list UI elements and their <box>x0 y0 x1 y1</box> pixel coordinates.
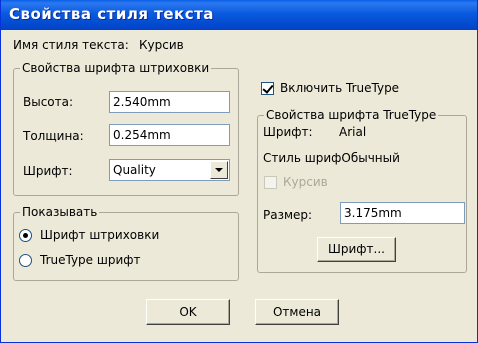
thickness-input[interactable]: 0.254mm <box>109 124 230 146</box>
style-name-value: Курсив <box>139 38 184 52</box>
hatch-font-combobox[interactable]: Quality <box>109 159 230 181</box>
truetype-font-value: Arial <box>339 125 367 139</box>
size-label: Размер: <box>263 208 313 222</box>
cancel-button-label: Отмена <box>272 305 322 319</box>
italic-label: Курсив <box>283 175 328 189</box>
dialog-title: Свойства стиля текста <box>9 5 214 23</box>
hatch-font-group-label: Свойства шрифта штриховки <box>20 61 212 75</box>
show-group: Показывать <box>13 205 239 281</box>
height-label: Высота: <box>23 95 74 109</box>
enable-truetype-checkbox[interactable] <box>261 82 274 95</box>
font-button[interactable]: Шрифт... <box>317 237 396 262</box>
show-group-label: Показывать <box>20 205 100 219</box>
thickness-label: Толщина: <box>23 129 84 143</box>
hatch-font-combobox-value: Quality <box>113 163 156 177</box>
ok-button[interactable]: OK <box>146 299 230 325</box>
enable-truetype-label[interactable]: Включить TrueType <box>280 81 399 95</box>
cancel-button[interactable]: Отмена <box>255 299 339 325</box>
title-bar[interactable]: Свойства стиля текста <box>1 0 477 30</box>
size-input[interactable]: 3.175mm <box>340 202 465 224</box>
hatch-font-label: Шрифт: <box>23 164 73 178</box>
truetype-style-label: Стиль шрифОбычный <box>263 151 400 165</box>
radio-hatch-font-label[interactable]: Шрифт штриховки <box>40 228 159 242</box>
height-input[interactable]: 2.540mm <box>109 91 230 113</box>
chevron-down-icon <box>215 168 223 172</box>
font-button-label: Шрифт... <box>328 242 385 256</box>
truetype-font-label: Шрифт: <box>263 125 313 139</box>
radio-hatch-font[interactable] <box>19 229 32 242</box>
text-style-properties-dialog: Свойства стиля текста Имя стиля текста: … <box>0 0 478 343</box>
radio-truetype-font[interactable] <box>19 254 32 267</box>
hatch-font-dropdown-button[interactable] <box>210 161 228 179</box>
truetype-font-group-label: Свойства шрифта TrueType <box>264 108 439 122</box>
style-name-label: Имя стиля текста: <box>13 38 129 52</box>
italic-checkbox[interactable] <box>264 176 277 189</box>
radio-truetype-font-label[interactable]: TrueType шрифт <box>40 253 141 267</box>
ok-button-label: OK <box>179 305 197 319</box>
